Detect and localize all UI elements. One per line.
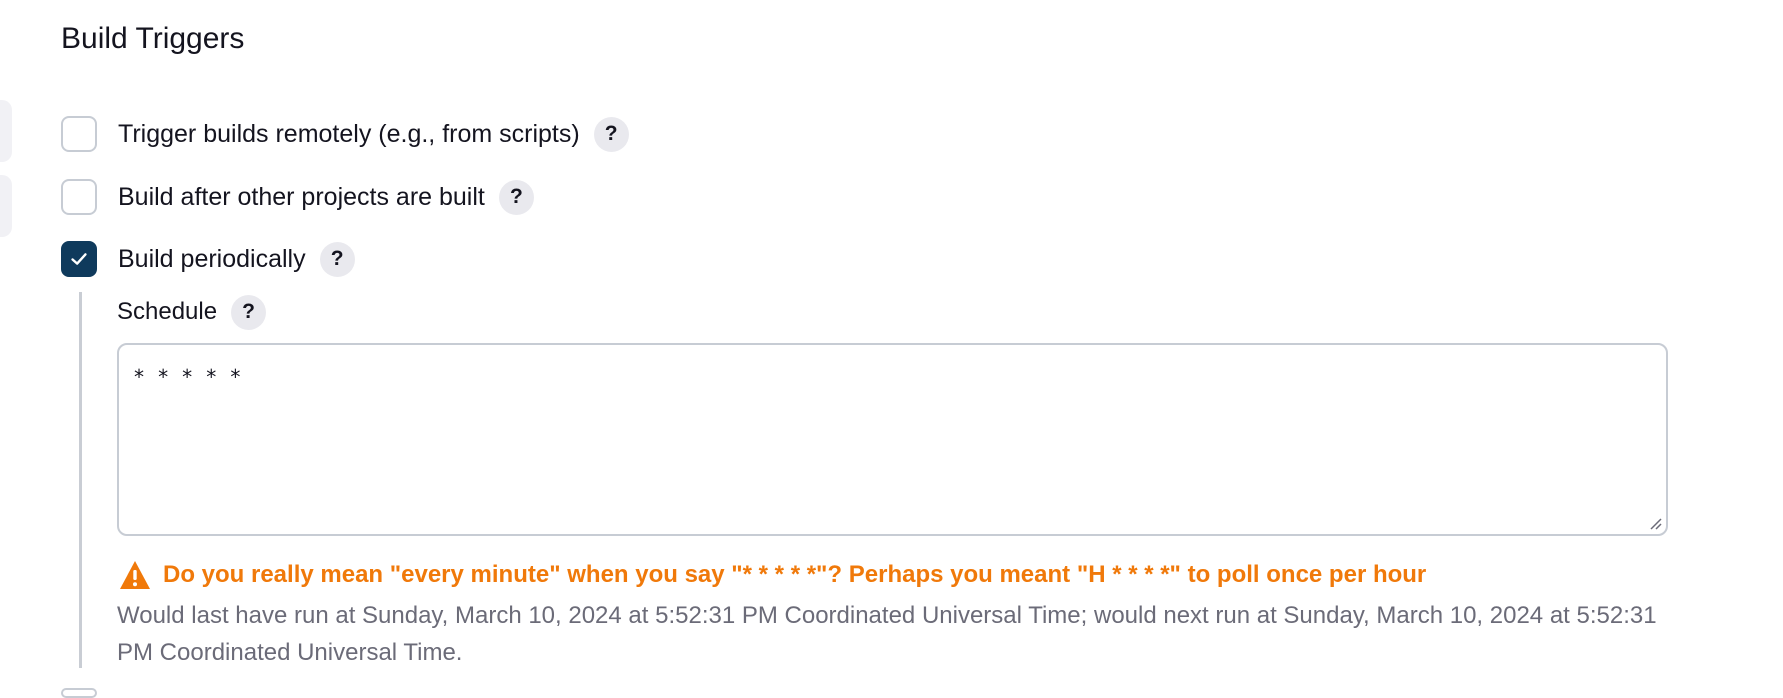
help-icon[interactable]: ? <box>319 241 355 277</box>
build-after-label[interactable]: Build after other projects are built <box>118 183 485 212</box>
build-periodically-checkbox[interactable] <box>61 241 97 277</box>
nested-section-bar <box>79 292 82 668</box>
warning-triangle-icon <box>120 561 150 589</box>
schedule-label: Schedule <box>117 298 218 325</box>
schedule-warning: Do you really mean "every minute" when y… <box>119 560 1426 590</box>
build-periodically-row: Build periodically ? <box>61 239 355 279</box>
build-after-row: Build after other projects are built ? <box>61 177 534 217</box>
help-icon[interactable]: ? <box>593 116 629 152</box>
schedule-info-text: Would last have run at Sunday, March 10,… <box>117 602 1657 666</box>
build-periodically-label[interactable]: Build periodically <box>118 245 306 274</box>
build-after-checkbox[interactable] <box>61 179 97 215</box>
help-icon[interactable]: ? <box>498 179 534 215</box>
resize-handle-icon[interactable] <box>1648 516 1662 530</box>
schedule-textarea-container <box>117 343 1668 536</box>
schedule-row: Schedule ? <box>117 292 267 332</box>
warning-text: Do you really mean "every minute" when y… <box>163 561 1427 588</box>
trigger-remote-label[interactable]: Trigger builds remotely (e.g., from scri… <box>118 120 580 149</box>
side-tab[interactable] <box>0 100 12 162</box>
help-icon[interactable]: ? <box>231 294 267 330</box>
next-trigger-checkbox[interactable] <box>61 688 97 698</box>
trigger-remote-row: Trigger builds remotely (e.g., from scri… <box>61 114 629 154</box>
checkmark-icon <box>71 253 87 265</box>
schedule-textarea[interactable] <box>119 345 1666 534</box>
section-title: Build Triggers <box>61 22 245 55</box>
trigger-remote-checkbox[interactable] <box>61 116 97 152</box>
side-tab[interactable] <box>0 175 12 237</box>
